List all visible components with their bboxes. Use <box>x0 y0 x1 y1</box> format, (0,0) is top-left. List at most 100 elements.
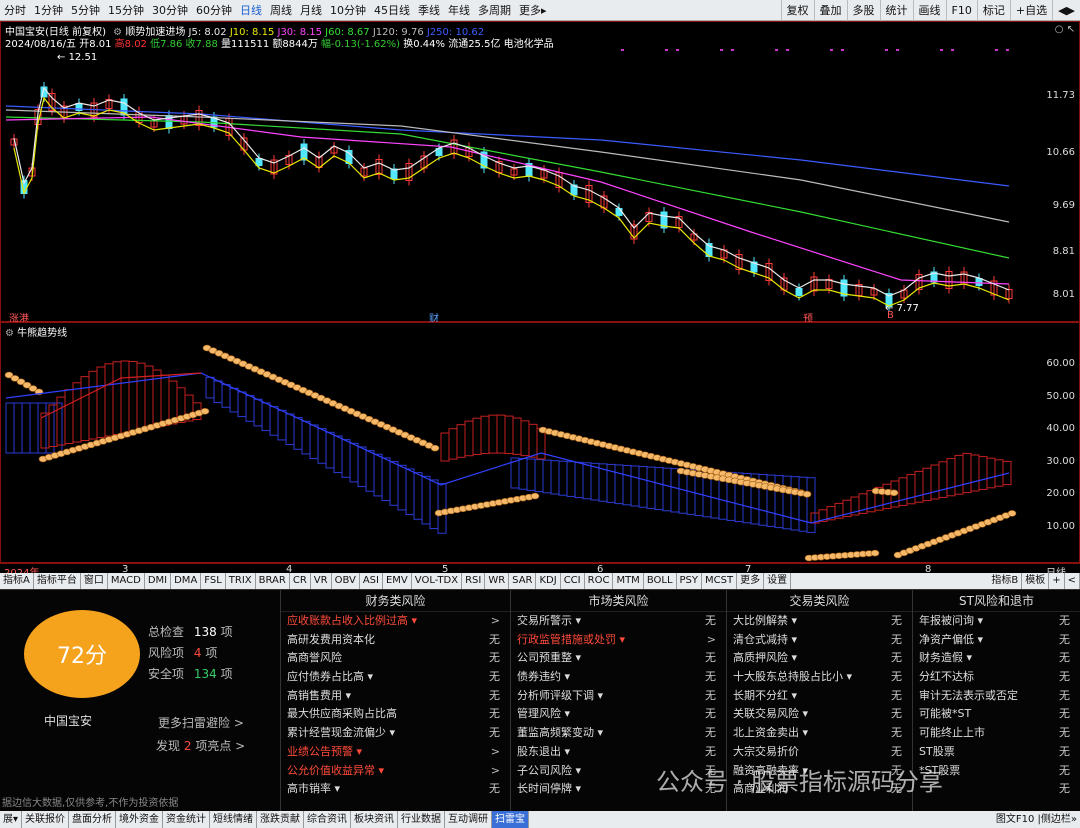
period-tab[interactable]: 5分钟 <box>67 0 104 21</box>
risk-item[interactable]: 债券违约 ▾ 无 <box>511 668 726 687</box>
period-tab[interactable]: 60分钟 <box>192 0 236 21</box>
indicator-tab[interactable]: EMV <box>383 573 412 589</box>
risk-item[interactable]: 累计经营现金流偏少 ▾ 无 <box>281 724 510 743</box>
risk-item[interactable]: 应收账款占收入比例过高 ▾ > <box>281 612 510 631</box>
toolbar-button[interactable]: 画线 <box>912 0 946 21</box>
indicator-tab[interactable]: VR <box>311 573 332 589</box>
risk-item[interactable]: 审计无法表示或否定 无 <box>913 687 1080 706</box>
indicator-tab[interactable]: DMA <box>171 573 202 589</box>
indicator-tab[interactable]: WR <box>485 573 510 589</box>
risk-item[interactable]: 业绩公告预警 ▾ > <box>281 743 510 762</box>
indicator-tab[interactable]: FSL <box>201 573 226 589</box>
risk-item[interactable]: 大宗交易折价 无 <box>727 743 912 762</box>
risk-item[interactable]: 股东退出 ▾ 无 <box>511 743 726 762</box>
risk-item[interactable]: 公司预重整 ▾ 无 <box>511 649 726 668</box>
bottom-tab[interactable]: 资金统计 <box>163 811 211 828</box>
indicator-tab[interactable]: MTM <box>613 573 644 589</box>
more-scan-link[interactable]: 更多扫雷避险 > <box>158 714 244 731</box>
toolbar-button[interactable]: F10 <box>945 0 977 21</box>
period-tab[interactable]: 分时 <box>0 0 30 21</box>
risk-item[interactable]: ST股票 无 <box>913 743 1080 762</box>
risk-item[interactable]: 公允价值收益异常 ▾ > <box>281 762 510 781</box>
indicator-tab-right[interactable]: + <box>1049 573 1065 589</box>
indicator-tab[interactable]: MCST <box>702 573 738 589</box>
indicator-tab[interactable]: 指标A <box>0 573 34 589</box>
indicator-tab[interactable]: RSI <box>462 573 486 589</box>
indicator-tab[interactable]: DMI <box>145 573 172 589</box>
risk-item[interactable]: 管理风险 ▾ 无 <box>511 705 726 724</box>
bottom-tab[interactable]: 互动调研 <box>445 811 493 828</box>
bottom-tab[interactable]: 境外资金 <box>116 811 164 828</box>
highlights-link[interactable]: 发现 2 项亮点 > <box>156 737 245 754</box>
period-tab[interactable]: 季线 <box>414 0 444 21</box>
period-tab[interactable]: 30分钟 <box>148 0 192 21</box>
indicator-tab[interactable]: CCI <box>561 573 585 589</box>
period-tab[interactable]: 多周期 <box>474 0 515 21</box>
indicator-panel[interactable]: ⚙ 牛熊趋势线 60.00 50.00 40.00 30.00 20.00 10.00 <box>0 322 1080 563</box>
risk-item[interactable]: 十大股东总持股占比小 ▾ 无 <box>727 668 912 687</box>
risk-item[interactable]: 最大供应商采购占比高 无 <box>281 705 510 724</box>
panel-controls[interactable]: ○ ↖ <box>1055 24 1075 35</box>
risk-item[interactable]: 分红不达标 无 <box>913 668 1080 687</box>
bottom-tab[interactable]: 涨跌贡献 <box>257 811 305 828</box>
period-tab[interactable]: 年线 <box>444 0 474 21</box>
bottom-tab[interactable]: 关联报价 <box>22 811 70 828</box>
kline-chart-panel[interactable]: 中国宝安(日线 前复权) ⚙ 顺势加速进场 J5: 8.02 J10: 8.15… <box>0 21 1080 325</box>
risk-item[interactable]: 关联交易风险 ▾ 无 <box>727 705 912 724</box>
period-tab[interactable]: 1分钟 <box>30 0 67 21</box>
toolbar-button[interactable]: 标记 <box>976 0 1010 21</box>
bottom-tab[interactable]: 行业数据 <box>398 811 446 828</box>
risk-item[interactable]: 高商誉风险 无 <box>281 649 510 668</box>
risk-item[interactable]: 高销售费用 ▾ 无 <box>281 687 510 706</box>
indicator-tab[interactable]: VOL-TDX <box>412 573 463 589</box>
period-tab[interactable]: 日线 <box>236 0 266 21</box>
bottom-tab[interactable]: 盘面分析 <box>69 811 117 828</box>
indicator-tab-right[interactable]: 指标B <box>988 573 1023 589</box>
indicator-tab[interactable]: 设置 <box>764 573 792 589</box>
risk-item[interactable]: 净资产偏低 ▾ 无 <box>913 631 1080 650</box>
indicator-tab[interactable]: ROC <box>585 573 614 589</box>
period-tab[interactable]: 45日线 <box>370 0 414 21</box>
risk-item[interactable]: 交易所警示 ▾ 无 <box>511 612 726 631</box>
period-tab[interactable]: 月线 <box>296 0 326 21</box>
indicator-tab[interactable]: 指标平台 <box>34 573 81 589</box>
period-tab[interactable]: 10分钟 <box>326 0 370 21</box>
risk-item[interactable]: 高市销率 ▾ 无 <box>281 780 510 799</box>
risk-item[interactable]: 长期不分红 ▾ 无 <box>727 687 912 706</box>
indicator-tab[interactable]: CR <box>290 573 311 589</box>
risk-item[interactable]: 北上资金卖出 ▾ 无 <box>727 724 912 743</box>
indicator-tab-right[interactable]: 模板 <box>1022 573 1050 589</box>
bottom-tab[interactable]: 综合资讯 <box>304 811 352 828</box>
bottom-tab[interactable]: 扫雷宝 <box>492 811 530 828</box>
indicator-tab[interactable]: OBV <box>332 573 360 589</box>
toolbar-button[interactable]: 统计 <box>879 0 913 21</box>
indicator-tab[interactable]: 更多 <box>737 573 765 589</box>
sidebar-toggle[interactable]: 图文F10 |侧边栏» <box>993 811 1080 828</box>
indicator-tab[interactable]: ASI <box>360 573 383 589</box>
kline-svg[interactable] <box>1 22 1019 322</box>
risk-item[interactable]: 高研发费用资本化 无 <box>281 631 510 650</box>
risk-item[interactable]: 可能被*ST 无 <box>913 705 1080 724</box>
indicator-tab[interactable]: SAR <box>509 573 537 589</box>
risk-item[interactable]: 财务造假 ▾ 无 <box>913 649 1080 668</box>
bottom-tab[interactable]: 展▾ <box>0 811 23 828</box>
risk-item[interactable]: 分析师评级下调 ▾ 无 <box>511 687 726 706</box>
risk-item[interactable]: 董监高频繁变动 ▾ 无 <box>511 724 726 743</box>
period-tab[interactable]: 15分钟 <box>104 0 148 21</box>
toolbar-button[interactable]: ◀▶ <box>1052 0 1080 21</box>
period-tab[interactable]: 更多▸ <box>515 0 551 21</box>
bottom-tab[interactable]: 板块资讯 <box>351 811 399 828</box>
period-tab[interactable]: 周线 <box>266 0 296 21</box>
risk-item[interactable]: 清仓式减持 ▾ 无 <box>727 631 912 650</box>
indicator-tab[interactable]: MACD <box>108 573 145 589</box>
indicator-tab[interactable]: TRIX <box>226 573 256 589</box>
indicator-tab-right[interactable]: < <box>1065 573 1080 589</box>
marker-b[interactable]: B <box>887 310 894 321</box>
indicator-svg[interactable] <box>1 323 1019 563</box>
toolbar-button[interactable]: 复权 <box>780 0 814 21</box>
toolbar-button[interactable]: +自选 <box>1009 0 1052 21</box>
indicator-tab[interactable]: PSY <box>677 573 703 589</box>
risk-item[interactable]: 年报被问询 ▾ 无 <box>913 612 1080 631</box>
bottom-tab[interactable]: 短线情绪 <box>210 811 258 828</box>
risk-item[interactable]: 大比例解禁 ▾ 无 <box>727 612 912 631</box>
